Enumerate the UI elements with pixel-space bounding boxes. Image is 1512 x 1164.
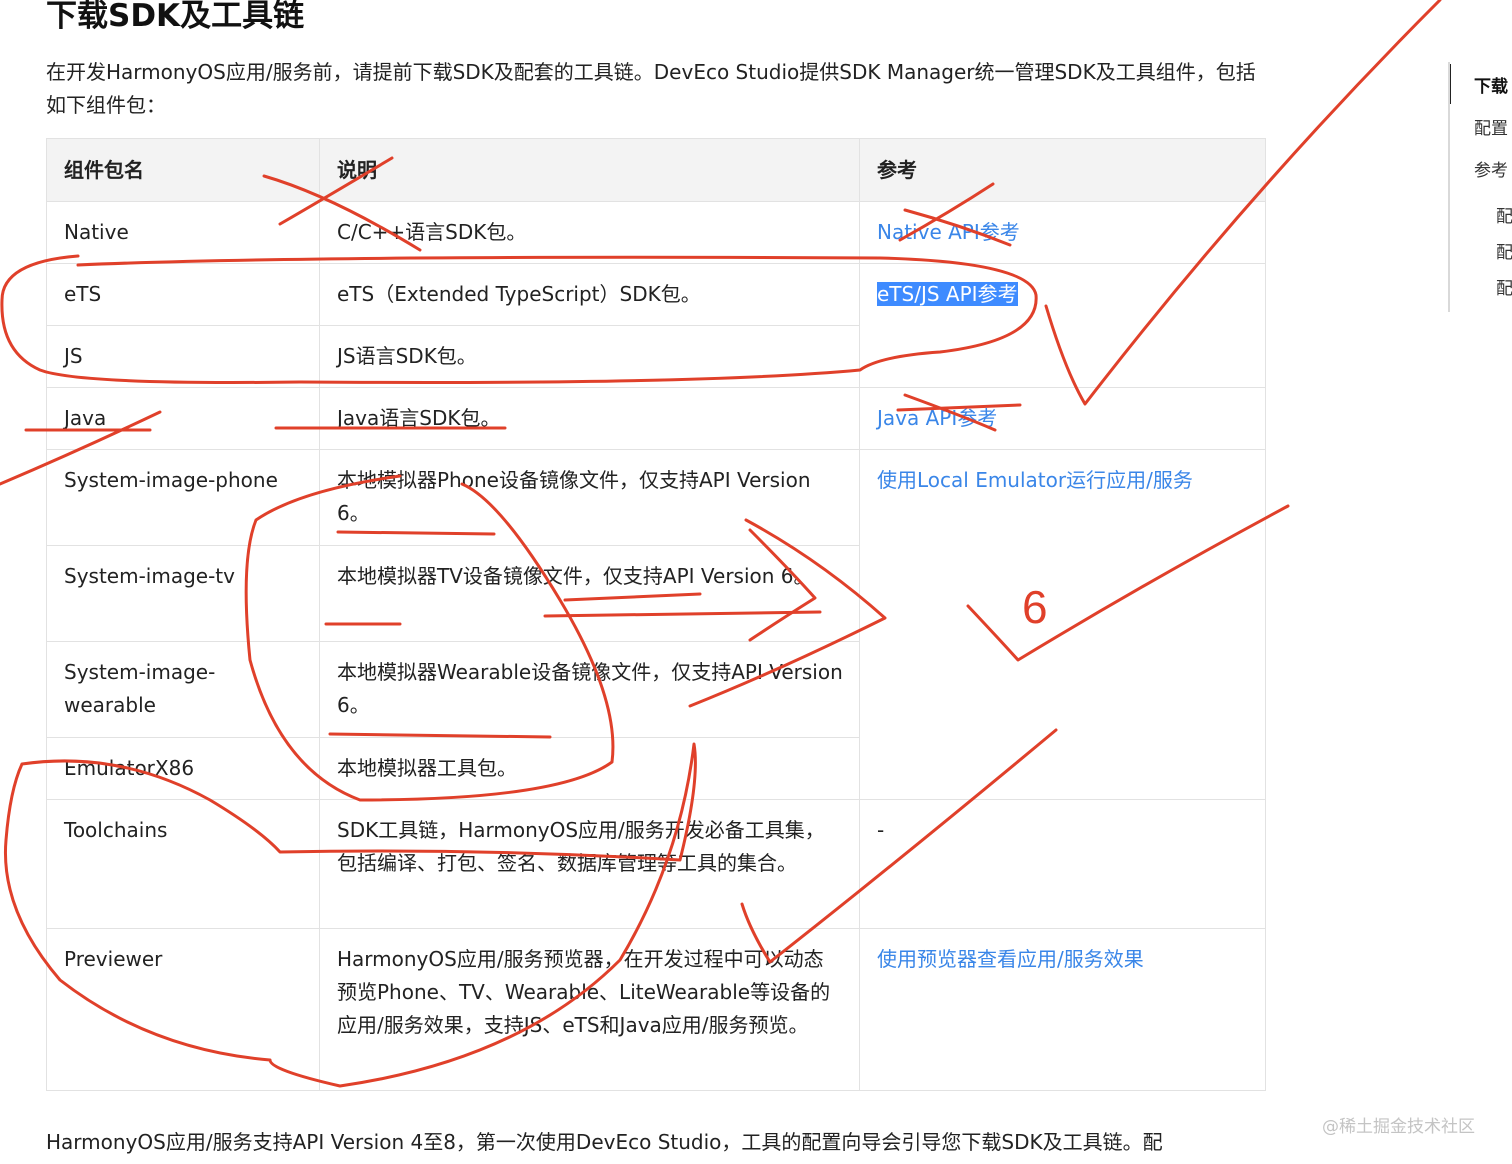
cell-ref: eTS/JS API参考 bbox=[859, 263, 1266, 388]
cell-name: Toolchains bbox=[46, 799, 320, 929]
table-row: System-image-phone 本地模拟器Phone设备镜像文件，仅支持A… bbox=[46, 449, 1266, 800]
cell-desc: HarmonyOS应用/服务预览器，在开发过程中可以动态预览Phone、TV、W… bbox=[319, 928, 860, 1091]
cell-name: System-image-wearable bbox=[46, 641, 320, 738]
header-desc: 说明 bbox=[319, 138, 860, 202]
native-api-link[interactable]: Native API参考 bbox=[877, 220, 1020, 244]
cell-name: System-image-tv bbox=[46, 545, 320, 642]
previewer-link[interactable]: 使用预览器查看应用/服务效果 bbox=[877, 947, 1144, 971]
toc-subitem-1[interactable]: 配 bbox=[1496, 202, 1512, 227]
toc-item-reference[interactable]: 参考 bbox=[1474, 156, 1508, 181]
toc-item-config[interactable]: 配置 bbox=[1474, 114, 1508, 139]
table-row: Native C/C++语言SDK包。 Native API参考 bbox=[46, 201, 1266, 264]
table-of-contents: 下载 配置 参考 配 配 配 bbox=[1448, 62, 1512, 312]
cell-ref: Java API参考 bbox=[859, 387, 1266, 450]
cell-name: JS bbox=[46, 325, 320, 388]
table-row: Toolchains SDK工具链，HarmonyOS应用/服务开发必备工具集，… bbox=[46, 799, 1266, 929]
toc-subitem-3[interactable]: 配 bbox=[1496, 274, 1512, 299]
cell-ref: - bbox=[859, 799, 1266, 929]
cell-name: System-image-phone bbox=[46, 449, 320, 546]
site-watermark: @稀土掘金技术社区 bbox=[1322, 1117, 1475, 1137]
cell-name: EmulatorX86 bbox=[46, 737, 320, 800]
local-emulator-link[interactable]: 使用Local Emulator运行应用/服务 bbox=[877, 468, 1193, 492]
cell-desc: eTS（Extended TypeScript）SDK包。 bbox=[319, 263, 860, 326]
table-row: eTS eTS（Extended TypeScript）SDK包。 eTS/JS… bbox=[46, 263, 1266, 388]
table-row: Previewer HarmonyOS应用/服务预览器，在开发过程中可以动态预览… bbox=[46, 928, 1266, 1091]
cell-desc: 本地模拟器Phone设备镜像文件，仅支持API Version 6。 bbox=[319, 449, 860, 546]
cell-name: Previewer bbox=[46, 928, 320, 1091]
cell-name: Java bbox=[46, 387, 320, 450]
cell-ref: 使用预览器查看应用/服务效果 bbox=[859, 928, 1266, 1091]
page-title: 下载SDK及工具链 bbox=[46, 0, 305, 34]
java-api-link[interactable]: Java API参考 bbox=[877, 406, 997, 430]
cell-desc: SDK工具链，HarmonyOS应用/服务开发必备工具集，包括编译、打包、签名、… bbox=[319, 799, 860, 929]
cell-name: Native bbox=[46, 201, 320, 264]
cell-name: eTS bbox=[46, 263, 320, 326]
header-ref: 参考 bbox=[859, 138, 1266, 202]
cell-desc: JS语言SDK包。 bbox=[319, 325, 860, 388]
cell-desc: 本地模拟器Wearable设备镜像文件，仅支持API Version 6。 bbox=[319, 641, 860, 738]
cell-ref: Native API参考 bbox=[859, 201, 1266, 264]
toc-active-indicator bbox=[1450, 64, 1451, 104]
header-name: 组件包名 bbox=[46, 138, 320, 202]
table-row: Java Java语言SDK包。 Java API参考 bbox=[46, 387, 1266, 450]
cell-ref: 使用Local Emulator运行应用/服务 bbox=[859, 449, 1266, 800]
toc-item-download[interactable]: 下载 bbox=[1474, 72, 1508, 97]
cell-desc: Java语言SDK包。 bbox=[319, 387, 860, 450]
cell-desc: 本地模拟器工具包。 bbox=[319, 737, 860, 800]
component-table: 组件包名 说明 参考 Native C/C++语言SDK包。 Native AP… bbox=[46, 138, 1266, 1091]
table-header-row: 组件包名 说明 参考 bbox=[46, 138, 1266, 202]
ets-js-api-link[interactable]: eTS/JS API参考 bbox=[877, 282, 1018, 306]
toc-subitem-2[interactable]: 配 bbox=[1496, 238, 1512, 263]
ink-digit-six: 6 bbox=[1022, 581, 1048, 633]
cell-desc: C/C++语言SDK包。 bbox=[319, 201, 860, 264]
footer-paragraph: HarmonyOS应用/服务支持API Version 4至8，第一次使用Dev… bbox=[46, 1130, 1163, 1154]
intro-paragraph: 在开发HarmonyOS应用/服务前，请提前下载SDK及配套的工具链。DevEc… bbox=[46, 60, 1256, 117]
cell-desc: 本地模拟器TV设备镜像文件，仅支持API Version 6。 bbox=[319, 545, 860, 642]
